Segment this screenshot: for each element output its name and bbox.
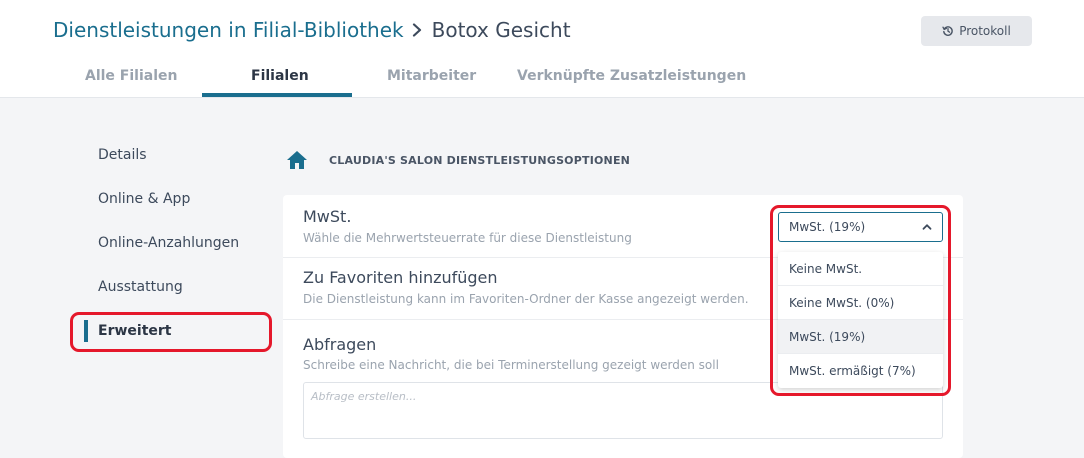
sidebar-item-ausstattung[interactable]: Ausstattung [98,279,183,295]
home-icon [286,150,308,174]
active-tab-indicator [202,93,352,97]
chevron-right-icon [412,18,422,42]
breadcrumb: Dienstleistungen in Filial-Bibliothek Bot… [53,18,571,42]
breadcrumb-link[interactable]: Dienstleistungen in Filial-Bibliothek [53,18,404,42]
tab-filialen[interactable]: Filialen [251,68,309,84]
highlight-box-sidebar [70,312,272,352]
sidebar-item-details[interactable]: Details [98,147,147,163]
abfragen-title: Abfragen [303,335,377,354]
highlight-box-dropdown [770,205,951,396]
abfragen-description: Schreibe eine Nachricht, die bei Termine… [303,358,719,372]
sidebar-item-online-anzahlungen[interactable]: Online-Anzahlungen [98,235,239,251]
tab-mitarbeiter[interactable]: Mitarbeiter [387,68,476,84]
breadcrumb-current: Botox Gesicht [431,18,571,42]
tab-verknuepfte-zusatzleistungen[interactable]: Verknüpfte Zusatzleistungen [517,68,746,84]
protokoll-label: Protokoll [959,24,1011,38]
favoriten-title: Zu Favoriten hinzufügen [303,268,498,287]
protokoll-button[interactable]: Protokoll [921,16,1032,46]
header: Dienstleistungen in Filial-Bibliothek Bot… [0,0,1084,98]
mwst-title: MwSt. [303,207,352,226]
section-title: CLAUDIA'S SALON DIENSTLEISTUNGSOPTIONEN [329,154,631,167]
sidebar-item-online-app[interactable]: Online & App [98,191,190,207]
favoriten-description: Die Dienstleistung kann im Favoriten-Ord… [303,292,749,306]
tab-alle-filialen[interactable]: Alle Filialen [85,68,177,84]
history-icon [942,25,954,37]
mwst-description: Wähle die Mehrwertsteuerrate für diese D… [303,231,632,245]
